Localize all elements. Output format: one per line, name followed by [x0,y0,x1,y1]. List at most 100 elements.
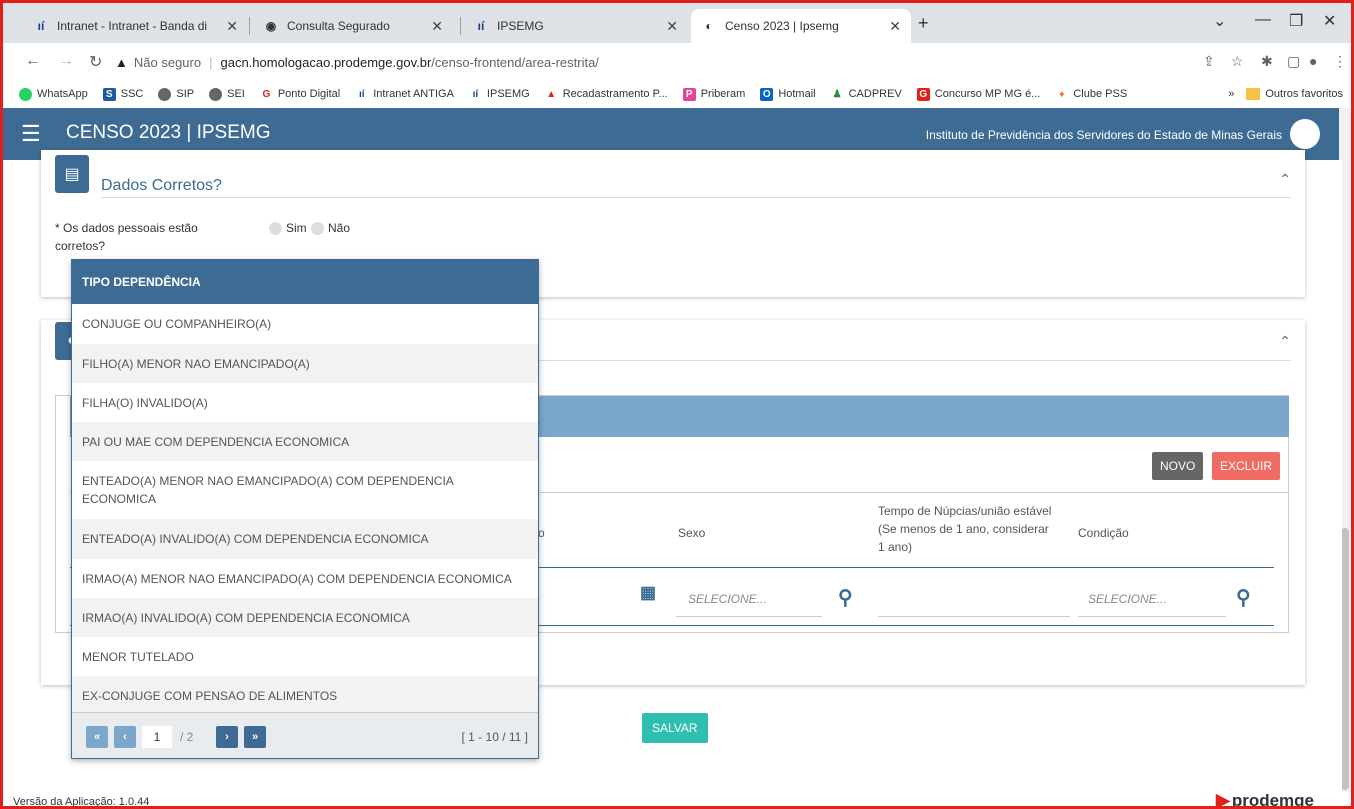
bookmark-priberam[interactable]: P Priberam [682,87,745,101]
radio-sim[interactable]: Sim [269,221,307,235]
radio-nao[interactable]: Não [311,221,350,235]
chevron-up-icon[interactable]: ⌃ [1279,333,1291,350]
sex-select[interactable]: SELECIONE... [688,592,767,606]
save-button[interactable]: SALVAR [642,713,708,743]
dropdown-item[interactable]: MENOR TUTELADO [72,637,538,676]
globe-icon: ◉ [265,19,277,33]
priberam-icon: P [682,87,696,101]
bookmark-whatsapp[interactable]: WhatsApp [19,87,88,101]
search-icon[interactable]: ⚲ [838,585,853,610]
dropdown-item[interactable]: FILHA(O) INVALIDO(A) [72,383,538,422]
warning-icon: ▲ [115,54,128,70]
bookmark-clube-pss[interactable]: ♦ Clube PSS [1055,87,1127,101]
dropdown-item[interactable]: FILHO(A) MENOR NAO EMANCIPADO(A) [72,344,538,383]
card-title: Dados Corretos? [101,177,222,194]
browser-window: ıí Intranet - Intranet - Banda direita ✕… [0,0,1354,809]
bookmark-recadastramento[interactable]: ▲ Recadastramento P... [544,87,668,101]
delete-button[interactable]: EXCLUIR [1212,452,1281,480]
close-icon[interactable]: ✕ [431,18,443,35]
institution-name: Instituto de Previdência dos Servidores … [925,128,1282,142]
condition-select[interactable]: SELECIONE... [1088,592,1167,606]
dropdown-item[interactable]: PAI OU MAE COM DEPENDENCIA ECONOMICA [72,422,538,461]
extensions-icon[interactable]: ✱ [1261,53,1273,70]
triangle-icon: ▲ [544,87,558,101]
bookmark-ponto-digital[interactable]: G Ponto Digital [259,87,340,101]
forward-icon[interactable]: → [58,52,74,70]
dropdown-item[interactable]: EX-CONJUGE COM PENSAO DE ALIMENTOS [72,676,538,715]
dropdown-pagination: « ‹ 1 / 2 › » [ 1 - 10 / 11 ] [72,712,538,758]
close-icon[interactable]: ✕ [889,18,901,35]
new-tab-icon[interactable]: + [918,13,929,34]
page-total: / 2 [180,730,194,744]
question-label: * Os dados pessoais estão corretos? [55,221,198,253]
prev-page-icon[interactable]: ‹ [114,726,136,748]
minimize-icon[interactable]: — [1255,11,1271,29]
tab-ipsemg[interactable]: ıí IPSEMG ✕ [463,9,688,43]
bookmark-concurso[interactable]: G Concurso MP MG é... [916,87,1040,101]
url-path: /censo-frontend/area-restrita/ [431,54,599,70]
chevron-down-icon[interactable]: ⌄ [1213,11,1226,31]
bookmark-ssc[interactable]: S SSC [102,87,143,101]
ipsemg-icon: ıí [37,19,45,33]
bookmark-sip[interactable]: SIP [158,87,194,101]
column-header-condition: Condição [1078,526,1129,540]
sidepanel-icon[interactable]: ▢ [1287,53,1300,70]
bookmark-sei[interactable]: SEI [209,87,245,101]
page-number-input[interactable]: 1 [142,726,172,748]
search-icon[interactable]: ⚲ [1236,585,1251,610]
star-icon[interactable]: ☆ [1231,53,1244,70]
cadprev-icon: ♟ [830,87,844,101]
globe-icon [158,87,172,101]
outlook-icon: O [760,87,774,101]
next-page-icon[interactable]: › [216,726,238,748]
share-icon[interactable]: ⇪ [1203,53,1215,70]
back-icon[interactable]: ← [25,52,41,70]
ipsemg-icon: ıí [355,87,369,101]
restore-icon[interactable]: ❐ [1289,11,1303,31]
dropdown-item[interactable]: ENTEADO(A) INVALIDO(A) COM DEPENDENCIA E… [72,519,538,559]
url-host: gacn.homologacao.prodemge.gov.br [220,54,432,70]
close-window-icon[interactable]: ✕ [1323,11,1336,31]
prodemge-logo: ▶ prodemge [1215,790,1314,809]
profile-icon[interactable]: ● [1309,53,1317,69]
globe-icon [209,87,223,101]
google-icon: G [916,87,930,101]
dropdown-item[interactable]: CONJUGE OU COMPANHEIRO(A) [72,304,538,344]
more-bookmarks-icon[interactable]: » [1228,88,1234,100]
new-button[interactable]: NOVO [1152,452,1204,480]
avatar[interactable] [1290,119,1320,149]
menu-dots-icon[interactable]: ⋮ [1333,53,1347,70]
column-header-time: Tempo de Núpcias/união estável (Se menos… [878,504,1052,554]
ssc-icon: S [102,87,116,101]
other-bookmarks[interactable]: Outros favoritos [1265,88,1343,100]
bookmark-intranet-antiga[interactable]: ıí Intranet ANTIGA [355,87,454,101]
dependency-type-dropdown: TIPO DEPENDÊNCIA CONJUGE OU COMPANHEIRO(… [71,259,539,759]
close-icon[interactable]: ✕ [666,18,678,35]
bookmark-hotmail[interactable]: O Hotmail [760,87,816,101]
bookmark-ipsemg[interactable]: ıí IPSEMG [468,87,530,101]
reload-icon[interactable]: ↻ [89,52,102,72]
last-page-icon[interactable]: » [244,726,266,748]
address-bar[interactable]: ▲ Não seguro | gacn.homologacao.prodemge… [115,48,1245,76]
flame-icon: ♦ [1055,87,1069,101]
app-version: Versão da Aplicação: 1.0.44 [13,796,150,808]
address-row: ← → ↻ ▲ Não seguro | gacn.homologacao.pr… [3,43,1351,80]
column-header-partial: o [538,526,545,540]
ipsemg-icon: ıí [468,87,482,101]
dropdown-item[interactable]: IRMAO(A) INVALIDO(A) COM DEPENDENCIA ECO… [72,598,538,637]
tab-intranet[interactable]: ıí Intranet - Intranet - Banda direita ✕ [23,9,248,43]
column-header-sex: Sexo [678,526,706,540]
bookmark-cadprev[interactable]: ♟ CADPREV [830,87,902,101]
dropdown-item[interactable]: IRMAO(A) MENOR NAO EMANCIPADO(A) COM DEP… [72,559,538,598]
document-icon: ▤ [55,155,89,193]
hamburger-menu-icon[interactable]: ☰ [21,121,41,147]
tab-censo[interactable]: ◐ Censo 2023 | Ipsemg ✕ [691,9,911,43]
chevron-up-icon[interactable]: ⌃ [1279,171,1291,188]
close-icon[interactable]: ✕ [226,18,238,35]
first-page-icon[interactable]: « [86,726,108,748]
calendar-icon[interactable]: ▦ [640,583,656,603]
tab-consulta-segurado[interactable]: ◉ Consulta Segurado ✕ [253,9,453,43]
dropdown-item[interactable]: ENTEADO(A) MENOR NAO EMANCIPADO(A) COM D… [72,461,538,519]
prodemge-arrow-icon: ▶ [1215,790,1230,809]
scrollbar-thumb[interactable] [1341,528,1349,790]
